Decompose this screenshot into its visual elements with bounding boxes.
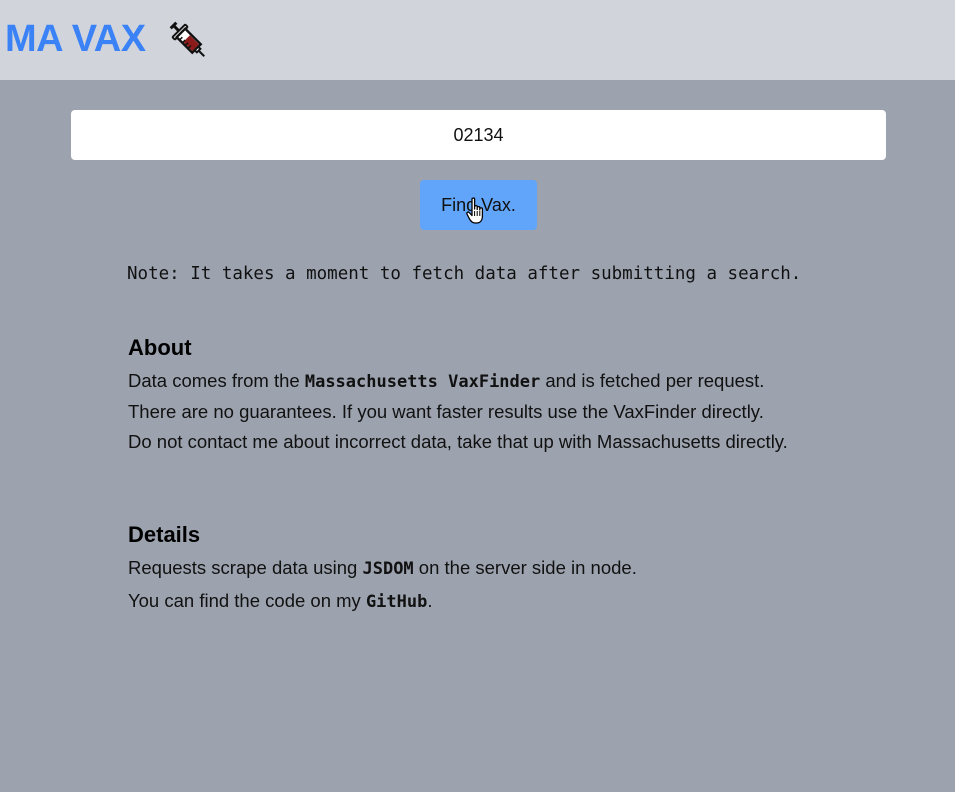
syringe-icon: [169, 21, 205, 57]
details-line-github: You can find the code on my GitHub.: [128, 590, 433, 612]
jsdom-code: JSDOM: [362, 559, 414, 579]
details-heading: Details: [128, 522, 201, 547]
vaxfinder-link[interactable]: Massachusetts VaxFinder: [305, 372, 540, 392]
about-line-guarantees: There are no guarantees. If you want fas…: [128, 401, 764, 422]
about-body: Data comes from the Massachusetts VaxFin…: [128, 366, 828, 457]
app-title[interactable]: MA VAX: [5, 16, 146, 62]
details-line-jsdom: Requests scrape data using JSDOM on the …: [128, 557, 637, 579]
header: MA VAX: [0, 0, 955, 80]
about-line-contact: Do not contact me about incorrect data, …: [128, 431, 788, 452]
fetch-note: Note: It takes a moment to fetch data af…: [127, 264, 802, 284]
details-body: Requests scrape data using JSDOM on the …: [128, 553, 828, 617]
github-link[interactable]: GitHub: [366, 592, 427, 612]
about-line-source: Data comes from the Massachusetts VaxFin…: [128, 370, 765, 392]
zip-code-input[interactable]: [71, 110, 886, 160]
about-heading: About: [128, 335, 192, 360]
find-vax-button[interactable]: Find Vax.: [420, 180, 537, 230]
